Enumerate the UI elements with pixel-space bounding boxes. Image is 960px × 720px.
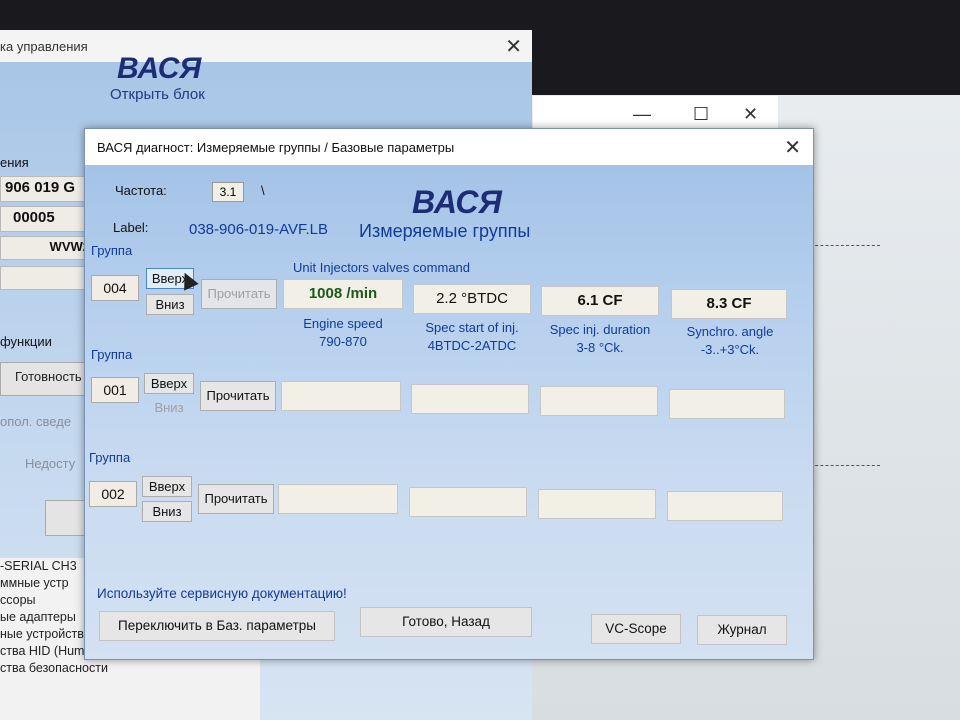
group-down-button[interactable]: Вниз bbox=[146, 294, 194, 315]
value-field-2 bbox=[411, 384, 529, 414]
caption-title: Spec inj. duration bbox=[549, 322, 651, 337]
dialog-title: ВАСЯ диагност: Измеряемые группы / Базов… bbox=[97, 140, 455, 155]
caption-range: 790-870 bbox=[319, 334, 367, 349]
unavailable-button[interactable]: Недосту bbox=[25, 456, 75, 471]
value-field-2: 2.2 °BTDC bbox=[413, 284, 531, 314]
empty-field bbox=[0, 266, 95, 290]
window-titlebar: ка управления ✕ bbox=[0, 30, 532, 62]
caption-title: Spec start of inj. bbox=[425, 320, 519, 335]
group-down-button[interactable]: Вниз bbox=[142, 501, 192, 522]
frequency-indicator: \ bbox=[261, 183, 265, 198]
service-note: Используйте сервисную документацию! bbox=[97, 586, 347, 601]
caption-range: 3-8 °Ck. bbox=[576, 340, 624, 355]
divider bbox=[810, 245, 880, 246]
switch-basic-settings-button[interactable]: Переключить в Баз. параметры bbox=[99, 611, 335, 641]
group-down-button[interactable]: Вниз bbox=[144, 397, 194, 418]
value-field-3 bbox=[540, 386, 658, 416]
done-back-button[interactable]: Готово, Назад bbox=[360, 607, 532, 637]
measuring-blocks-dialog: ВАСЯ диагност: Измеряемые группы / Базов… bbox=[84, 128, 814, 660]
group-label: Группа bbox=[91, 243, 133, 258]
group-up-button[interactable]: Вверх bbox=[144, 373, 194, 394]
value-caption-2: Spec start of inj. 4BTDC-2ATDC bbox=[407, 319, 537, 355]
value-field-3 bbox=[538, 489, 656, 519]
ready-button[interactable]: Готовность bbox=[0, 362, 95, 396]
coding-field: 00005 bbox=[0, 206, 95, 232]
minimize-icon[interactable]: — bbox=[633, 104, 651, 125]
dialog-titlebar: ВАСЯ диагност: Измеряемые группы / Базов… bbox=[85, 129, 813, 165]
app-logo: ВАСЯ bbox=[412, 184, 502, 220]
list-item[interactable]: ства безопасности bbox=[0, 660, 260, 677]
part-number-field: 906 019 G bbox=[0, 176, 95, 202]
group-number-input[interactable]: 002 bbox=[89, 481, 137, 507]
value-caption-1: Engine speed 790-870 bbox=[278, 315, 408, 351]
window-title: ка управления bbox=[0, 39, 88, 54]
group-label: Группа bbox=[89, 450, 131, 465]
app-logo: ВАСЯ bbox=[117, 52, 202, 85]
group-up-button[interactable]: Вверх bbox=[142, 476, 192, 497]
value-field-1: 1008 /min bbox=[283, 279, 403, 309]
close-icon[interactable]: ✕ bbox=[505, 34, 522, 59]
functions-label: функции bbox=[0, 334, 52, 349]
label-value: 038-906-019-AVF.LB bbox=[189, 221, 328, 238]
maximize-icon[interactable]: ☐ bbox=[693, 104, 709, 125]
value-field-4: 8.3 CF bbox=[671, 289, 787, 319]
value-field-1 bbox=[278, 484, 398, 514]
divider bbox=[810, 465, 880, 466]
caption-range: -3..+3°Ck. bbox=[700, 342, 760, 357]
group-number-input[interactable]: 004 bbox=[91, 275, 139, 301]
read-button[interactable]: Прочитать bbox=[200, 381, 276, 411]
value-field-3: 6.1 CF bbox=[541, 286, 659, 316]
group-label: Группа bbox=[91, 347, 133, 362]
section-label: ения bbox=[0, 155, 29, 170]
vc-scope-button[interactable]: VC-Scope bbox=[591, 614, 681, 644]
read-button[interactable]: Прочитать bbox=[198, 484, 274, 514]
read-button[interactable]: Прочитать bbox=[201, 279, 277, 309]
label-caption: Label: bbox=[113, 220, 149, 235]
caption-range: 4BTDC-2ATDC bbox=[427, 338, 517, 353]
open-unit-link[interactable]: Открыть блок bbox=[110, 86, 205, 103]
close-icon[interactable]: ✕ bbox=[743, 104, 758, 125]
frequency-value: 3.1 bbox=[212, 182, 244, 202]
workshop-field: WVW2 bbox=[0, 236, 95, 260]
value-caption-4: Synchro. angle -3..+3°Ck. bbox=[665, 323, 795, 359]
value-field-1 bbox=[281, 381, 401, 411]
frequency-label: Частота: bbox=[115, 183, 167, 198]
group-number-input[interactable]: 001 bbox=[91, 377, 139, 403]
close-icon[interactable]: ✕ bbox=[784, 135, 801, 160]
journal-button[interactable]: Журнал bbox=[697, 615, 787, 645]
value-caption-3: Spec inj. duration 3-8 °Ck. bbox=[535, 321, 665, 357]
caption-title: Synchro. angle bbox=[686, 324, 774, 339]
value-field-2 bbox=[409, 487, 527, 517]
value-field-4 bbox=[669, 389, 785, 419]
group-description: Unit Injectors valves command bbox=[293, 260, 471, 275]
page-heading: Измеряемые группы bbox=[359, 221, 531, 241]
value-field-4 bbox=[667, 491, 783, 521]
caption-title: Engine speed bbox=[303, 316, 383, 331]
additional-info-button[interactable]: опол. сведе bbox=[0, 414, 71, 429]
